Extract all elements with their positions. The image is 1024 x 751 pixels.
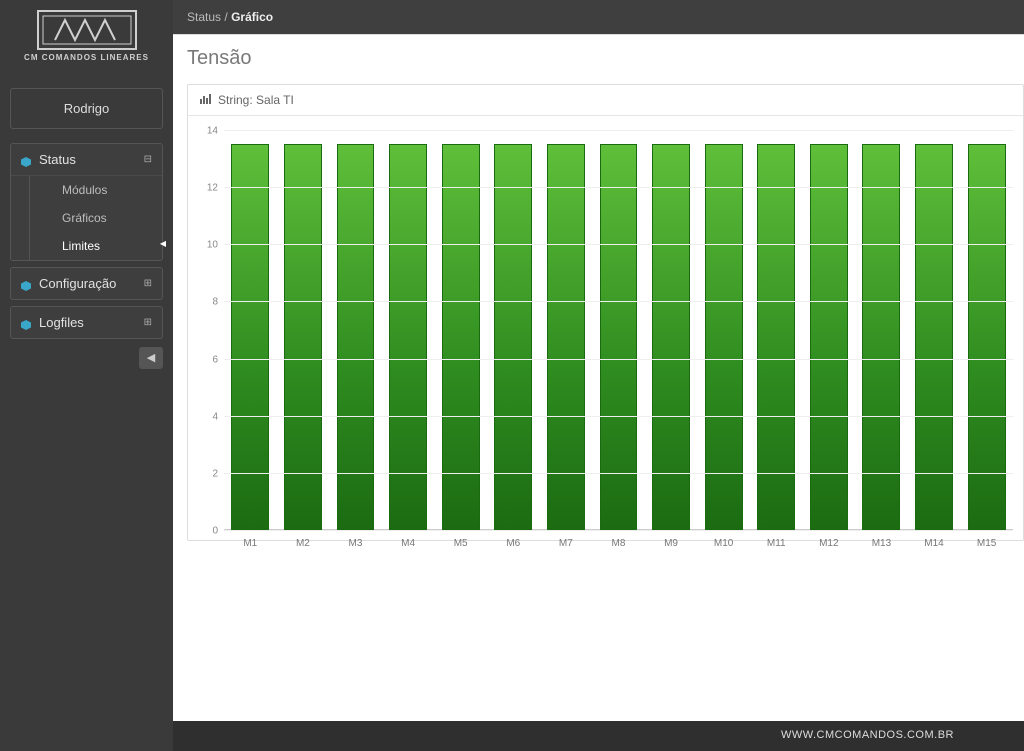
sidebar-item-módulos[interactable]: Módulos bbox=[29, 176, 162, 204]
chart-xtick: M1 bbox=[243, 538, 257, 549]
chart-ytick: 4 bbox=[212, 411, 218, 422]
sidebar: CM COMANDOS LINEARES Rodrigo Status ⊟ Mó… bbox=[0, 0, 173, 751]
nav-status-header[interactable]: Status ⊟ bbox=[11, 144, 162, 175]
chart-ytick: 6 bbox=[212, 354, 218, 365]
chart-bar-slot: M14 bbox=[908, 130, 961, 530]
collapse-icon: ⊟ bbox=[144, 154, 152, 165]
sidebar-collapse-button[interactable]: ◀ bbox=[139, 347, 163, 369]
brand-text: CM COMANDOS LINEARES bbox=[0, 53, 173, 62]
chevron-left-icon: ◀ bbox=[147, 352, 155, 364]
user-name: Rodrigo bbox=[64, 101, 110, 116]
chart-bar-slot: M6 bbox=[487, 130, 540, 530]
nav-config: Configuração ⊞ bbox=[10, 267, 163, 300]
chart-panel-header: String: Sala TI bbox=[188, 85, 1023, 116]
chart-bar-slot: M13 bbox=[855, 130, 908, 530]
main: Status / Gráfico Tensão String: Sala TI … bbox=[173, 0, 1024, 751]
nav-logs: Logfiles ⊞ bbox=[10, 306, 163, 339]
chart-xtick: M15 bbox=[977, 538, 996, 549]
chart-panel: String: Sala TI M1M2M3M4M5M6M7M8M9M10M11… bbox=[187, 84, 1024, 541]
nav-logs-label: Logfiles bbox=[39, 315, 144, 330]
chart-panel-title: String: Sala TI bbox=[218, 93, 294, 107]
nav-config-header[interactable]: Configuração ⊞ bbox=[11, 268, 162, 299]
sidebar-item-gráficos[interactable]: Gráficos bbox=[29, 204, 162, 232]
chart-gridline: 12 bbox=[224, 187, 1013, 188]
chart: M1M2M3M4M5M6M7M8M9M10M11M12M13M14M15 0 2 4… bbox=[188, 116, 1023, 540]
chart-gridline: 8 bbox=[224, 301, 1013, 302]
footer-link[interactable]: WWW.CMCOMANDOS.COM.BR bbox=[781, 729, 954, 741]
chart-xtick: M4 bbox=[401, 538, 415, 549]
cube-icon bbox=[21, 155, 31, 165]
chart-xtick: M9 bbox=[664, 538, 678, 549]
chart-bar-slot: M2 bbox=[277, 130, 330, 530]
chart-bar-slot: M1 bbox=[224, 130, 277, 530]
chart-bar-slot: M12 bbox=[803, 130, 856, 530]
chart-bar-slot: M15 bbox=[960, 130, 1013, 530]
breadcrumb: Status / Gráfico bbox=[173, 0, 1024, 34]
breadcrumb-sep: / bbox=[224, 10, 227, 24]
chart-xtick: M2 bbox=[296, 538, 310, 549]
chart-gridline: 6 bbox=[224, 359, 1013, 360]
chart-gridline: 2 bbox=[224, 473, 1013, 474]
chart-xtick: M5 bbox=[454, 538, 468, 549]
nav-status: Status ⊟ MódulosGráficosLimites bbox=[10, 143, 163, 261]
chart-area: M1M2M3M4M5M6M7M8M9M10M11M12M13M14M15 0 2 4… bbox=[224, 130, 1013, 530]
expand-icon: ⊞ bbox=[144, 278, 152, 289]
chart-ytick: 12 bbox=[207, 183, 218, 194]
page-title: Tensão bbox=[187, 47, 1024, 70]
nav-status-label: Status bbox=[39, 152, 144, 167]
chart-bars: M1M2M3M4M5M6M7M8M9M10M11M12M13M14M15 bbox=[224, 130, 1013, 530]
chart-bar-slot: M3 bbox=[329, 130, 382, 530]
chart-ytick: 14 bbox=[207, 126, 218, 137]
chart-xtick: M8 bbox=[612, 538, 626, 549]
chart-bar-slot: M8 bbox=[592, 130, 645, 530]
chart-bar-slot: M7 bbox=[540, 130, 593, 530]
sidebar-item-limites[interactable]: Limites bbox=[29, 232, 162, 260]
chart-bar-slot: M10 bbox=[697, 130, 750, 530]
logo-icon bbox=[37, 10, 137, 50]
user-box[interactable]: Rodrigo bbox=[10, 88, 163, 129]
logo: CM COMANDOS LINEARES bbox=[0, 0, 173, 70]
chart-bar-slot: M11 bbox=[750, 130, 803, 530]
chart-gridline: 0 bbox=[224, 530, 1013, 531]
chart-gridline: 10 bbox=[224, 244, 1013, 245]
chart-xtick: M7 bbox=[559, 538, 573, 549]
cube-icon bbox=[21, 279, 31, 289]
chart-xtick: M12 bbox=[819, 538, 838, 549]
chart-xtick: M13 bbox=[872, 538, 891, 549]
cube-icon bbox=[21, 318, 31, 328]
chart-gridline: 4 bbox=[224, 416, 1013, 417]
chart-xtick: M14 bbox=[924, 538, 943, 549]
footer: WWW.CMCOMANDOS.COM.BR bbox=[173, 721, 1024, 751]
nav-logs-header[interactable]: Logfiles ⊞ bbox=[11, 307, 162, 338]
chart-xtick: M3 bbox=[349, 538, 363, 549]
nav-status-sub: MódulosGráficosLimites bbox=[11, 175, 162, 260]
chart-xtick: M11 bbox=[767, 538, 786, 549]
chart-ytick: 10 bbox=[207, 240, 218, 251]
bar-chart-icon bbox=[200, 93, 212, 107]
expand-icon: ⊞ bbox=[144, 317, 152, 328]
chart-bar-slot: M5 bbox=[434, 130, 487, 530]
breadcrumb-current: Gráfico bbox=[231, 10, 273, 24]
breadcrumb-parent[interactable]: Status bbox=[187, 10, 221, 24]
content: Tensão String: Sala TI M1M2M3M4M5M6M7M8M… bbox=[173, 34, 1024, 721]
chart-ytick: 8 bbox=[212, 297, 218, 308]
chart-bar-slot: M4 bbox=[382, 130, 435, 530]
chart-gridline: 14 bbox=[224, 130, 1013, 131]
chart-ytick: 0 bbox=[212, 526, 218, 537]
chart-xtick: M6 bbox=[506, 538, 520, 549]
chart-xtick: M10 bbox=[714, 538, 733, 549]
chart-ytick: 2 bbox=[212, 468, 218, 479]
chart-bar-slot: M9 bbox=[645, 130, 698, 530]
nav-config-label: Configuração bbox=[39, 276, 144, 291]
